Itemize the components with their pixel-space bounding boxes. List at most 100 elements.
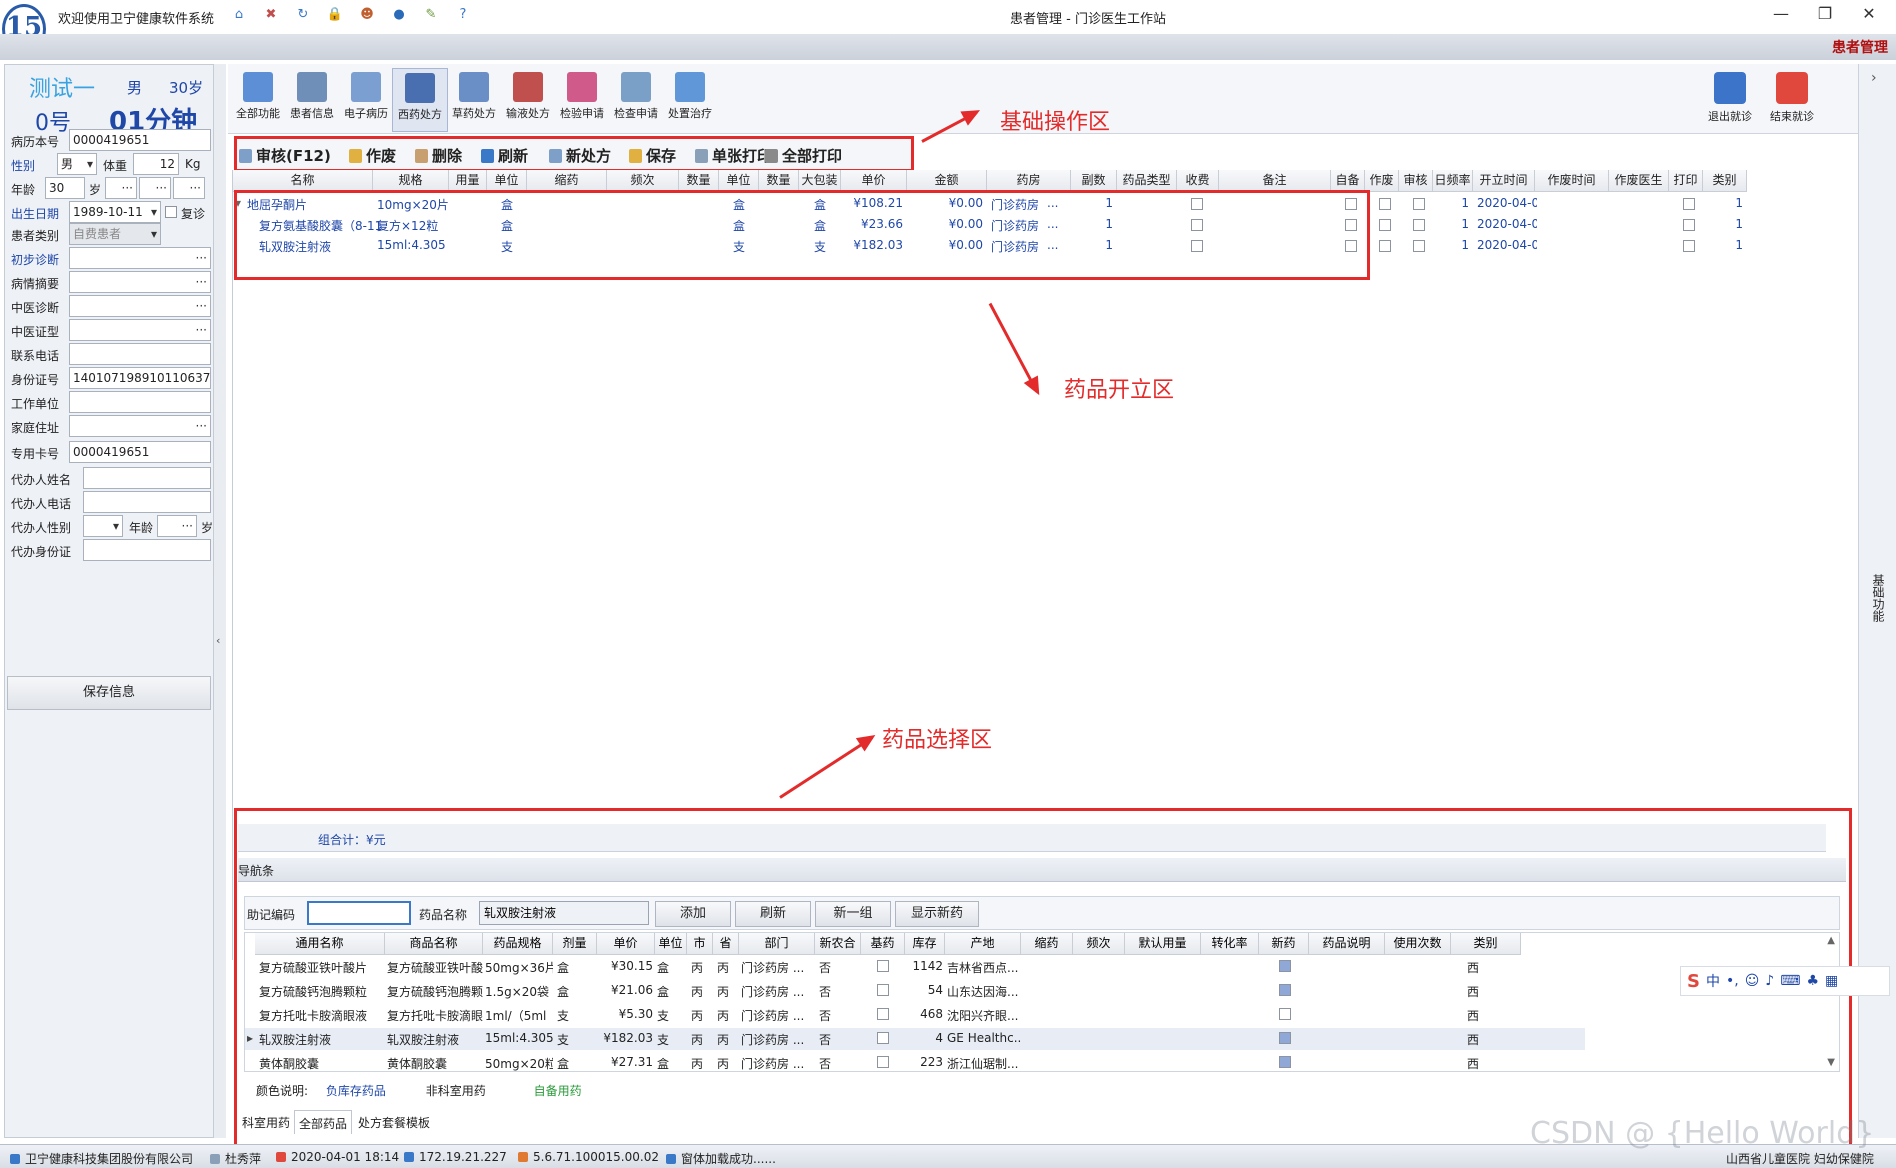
status-text: 杜秀萍	[225, 1152, 262, 1166]
dropdown-icon[interactable]: ▾	[87, 154, 93, 174]
field-input[interactable]: ···	[69, 247, 211, 269]
revisit-checkbox[interactable]	[165, 206, 177, 218]
side-basic-functions[interactable]: 基础功能	[1869, 574, 1885, 622]
print-checkbox[interactable]	[1683, 240, 1695, 252]
ime-chinese-icon[interactable]: 中	[1706, 971, 1720, 991]
weight-input[interactable]: 12	[133, 153, 179, 175]
print-checkbox[interactable]	[1683, 198, 1695, 210]
void-checkbox[interactable]	[1379, 198, 1391, 210]
status-item: 卫宁健康科技集团股份有限公司	[10, 1150, 193, 1167]
audit-checkbox[interactable]	[1413, 240, 1425, 252]
history-icon	[1714, 72, 1746, 104]
field-input[interactable]: ···	[69, 271, 211, 293]
more-icon[interactable]: ···	[196, 416, 207, 436]
dropdown-icon[interactable]: ▾	[113, 516, 119, 536]
column-header: 审核	[1399, 170, 1433, 192]
agent-age-input[interactable]: ···	[157, 515, 197, 537]
single-print-button[interactable]: 单张打印	[695, 145, 772, 166]
exit-icon[interactable]: ✖	[262, 6, 280, 24]
void-button[interactable]: 作废	[349, 145, 396, 166]
age-month-input[interactable]: ···	[105, 177, 137, 199]
column-header: 类别	[1703, 170, 1747, 192]
print-checkbox[interactable]	[1683, 219, 1695, 231]
more-icon[interactable]: ···	[122, 178, 133, 198]
ime-keyboard-icon[interactable]: ⌨	[1780, 973, 1800, 989]
module-name[interactable]: 患者管理	[1832, 37, 1888, 57]
audit-checkbox[interactable]	[1413, 198, 1425, 210]
dropdown-icon[interactable]: ▾	[151, 224, 157, 244]
expand-right-icon[interactable]: ›	[1871, 70, 1877, 86]
refresh-button[interactable]: 刷新	[481, 145, 528, 166]
toolbar-button[interactable]: 全部功能	[230, 68, 286, 132]
restore-icon[interactable]: ❐	[1810, 4, 1840, 23]
save-button[interactable]: 保存	[629, 145, 676, 166]
field-input[interactable]	[83, 491, 211, 513]
more-icon[interactable]: ···	[182, 516, 193, 536]
field-input[interactable]	[83, 467, 211, 489]
toolbar-button[interactable]: 输液处方	[500, 68, 556, 132]
field-input[interactable]	[69, 343, 211, 365]
exit-visit-button[interactable]: 退出就诊	[1700, 68, 1760, 132]
ime-toolbar[interactable]: S 中 •, ☺ ♪ ⌨ ♣ ▦	[1680, 966, 1890, 996]
help-icon[interactable]: ?	[454, 6, 472, 24]
sex-select[interactable]: 男 ▾	[57, 153, 97, 175]
age-day-input[interactable]: ···	[139, 177, 171, 199]
field-input[interactable]	[69, 391, 211, 413]
refresh-icon[interactable]: ↻	[294, 6, 312, 24]
user-icon[interactable]: ☻	[358, 6, 376, 24]
age-input[interactable]: 30	[45, 177, 85, 199]
print-all-button[interactable]: 全部打印	[765, 145, 842, 166]
audit-checkbox[interactable]	[1413, 219, 1425, 231]
toolbar-button[interactable]: 检查申请	[608, 68, 664, 132]
more-icon[interactable]: ···	[190, 178, 201, 198]
close-icon[interactable]: ✕	[1854, 4, 1884, 23]
toolbar-button[interactable]: 患者信息	[284, 68, 340, 132]
globe-icon[interactable]: ●	[390, 6, 408, 24]
column-header: 数量	[679, 170, 719, 192]
left-splitter[interactable]: ‹	[214, 64, 226, 1138]
void-checkbox[interactable]	[1379, 240, 1391, 252]
sogou-icon[interactable]: S	[1687, 971, 1700, 992]
toolbar-button[interactable]: 检验申请	[554, 68, 610, 132]
dropdown-icon[interactable]: ▾	[151, 202, 157, 222]
field-input[interactable]: ···	[69, 319, 211, 341]
toolbar-button[interactable]: 处置治疗	[662, 68, 718, 132]
more-icon[interactable]: ···	[196, 320, 207, 340]
patient-type-select[interactable]: 自费患者 ▾	[69, 223, 161, 245]
more-icon[interactable]: ···	[196, 296, 207, 316]
save-info-button[interactable]: 保存信息	[7, 676, 211, 710]
delete-button[interactable]: 删除	[415, 145, 462, 166]
tools-icon[interactable]: ✎	[422, 6, 440, 24]
toolbar-button[interactable]: 草药处方	[446, 68, 502, 132]
annotation-basic: 基础操作区	[1000, 110, 1111, 135]
age-extra-input[interactable]: ···	[173, 177, 205, 199]
collapse-left-icon[interactable]: ‹	[216, 634, 220, 647]
field-label: 代办人性别	[11, 521, 72, 535]
agent-sex-select[interactable]: ▾	[83, 515, 123, 537]
toolbar-button[interactable]: 西药处方	[392, 68, 448, 132]
home-icon[interactable]: ⌂	[230, 6, 248, 24]
field-input[interactable]: 0000419651	[69, 441, 211, 463]
more-icon[interactable]: ···	[156, 178, 167, 198]
refresh-icon	[481, 149, 494, 163]
ime-tool-icon[interactable]: ▦	[1825, 973, 1838, 989]
more-icon[interactable]: ···	[196, 248, 207, 268]
ime-punct-icon[interactable]: •,	[1726, 973, 1739, 989]
ime-mic-icon[interactable]: ♪	[1765, 973, 1774, 989]
field-input[interactable]: ···	[69, 415, 211, 437]
audit-button[interactable]: 审核(F12)	[239, 145, 331, 166]
minimize-icon[interactable]: —	[1766, 4, 1796, 23]
more-icon[interactable]: ···	[196, 272, 207, 292]
new-rx-button[interactable]: 新处方	[549, 145, 611, 166]
end-visit-button[interactable]: 结束就诊	[1762, 68, 1822, 132]
ime-skin-icon[interactable]: ♣	[1806, 973, 1819, 989]
field-input[interactable]	[83, 539, 211, 561]
toolbar-button[interactable]: 电子病历	[338, 68, 394, 132]
void-checkbox[interactable]	[1379, 219, 1391, 231]
field-input[interactable]: 140107198910110637	[69, 367, 211, 389]
lock-icon[interactable]: 🔒	[326, 6, 344, 24]
ime-emoji-icon[interactable]: ☺	[1745, 973, 1760, 989]
field-input[interactable]: 0000419651	[69, 129, 211, 151]
field-input[interactable]: ···	[69, 295, 211, 317]
birth-date-picker[interactable]: 1989-10-11 ▾	[69, 201, 161, 223]
